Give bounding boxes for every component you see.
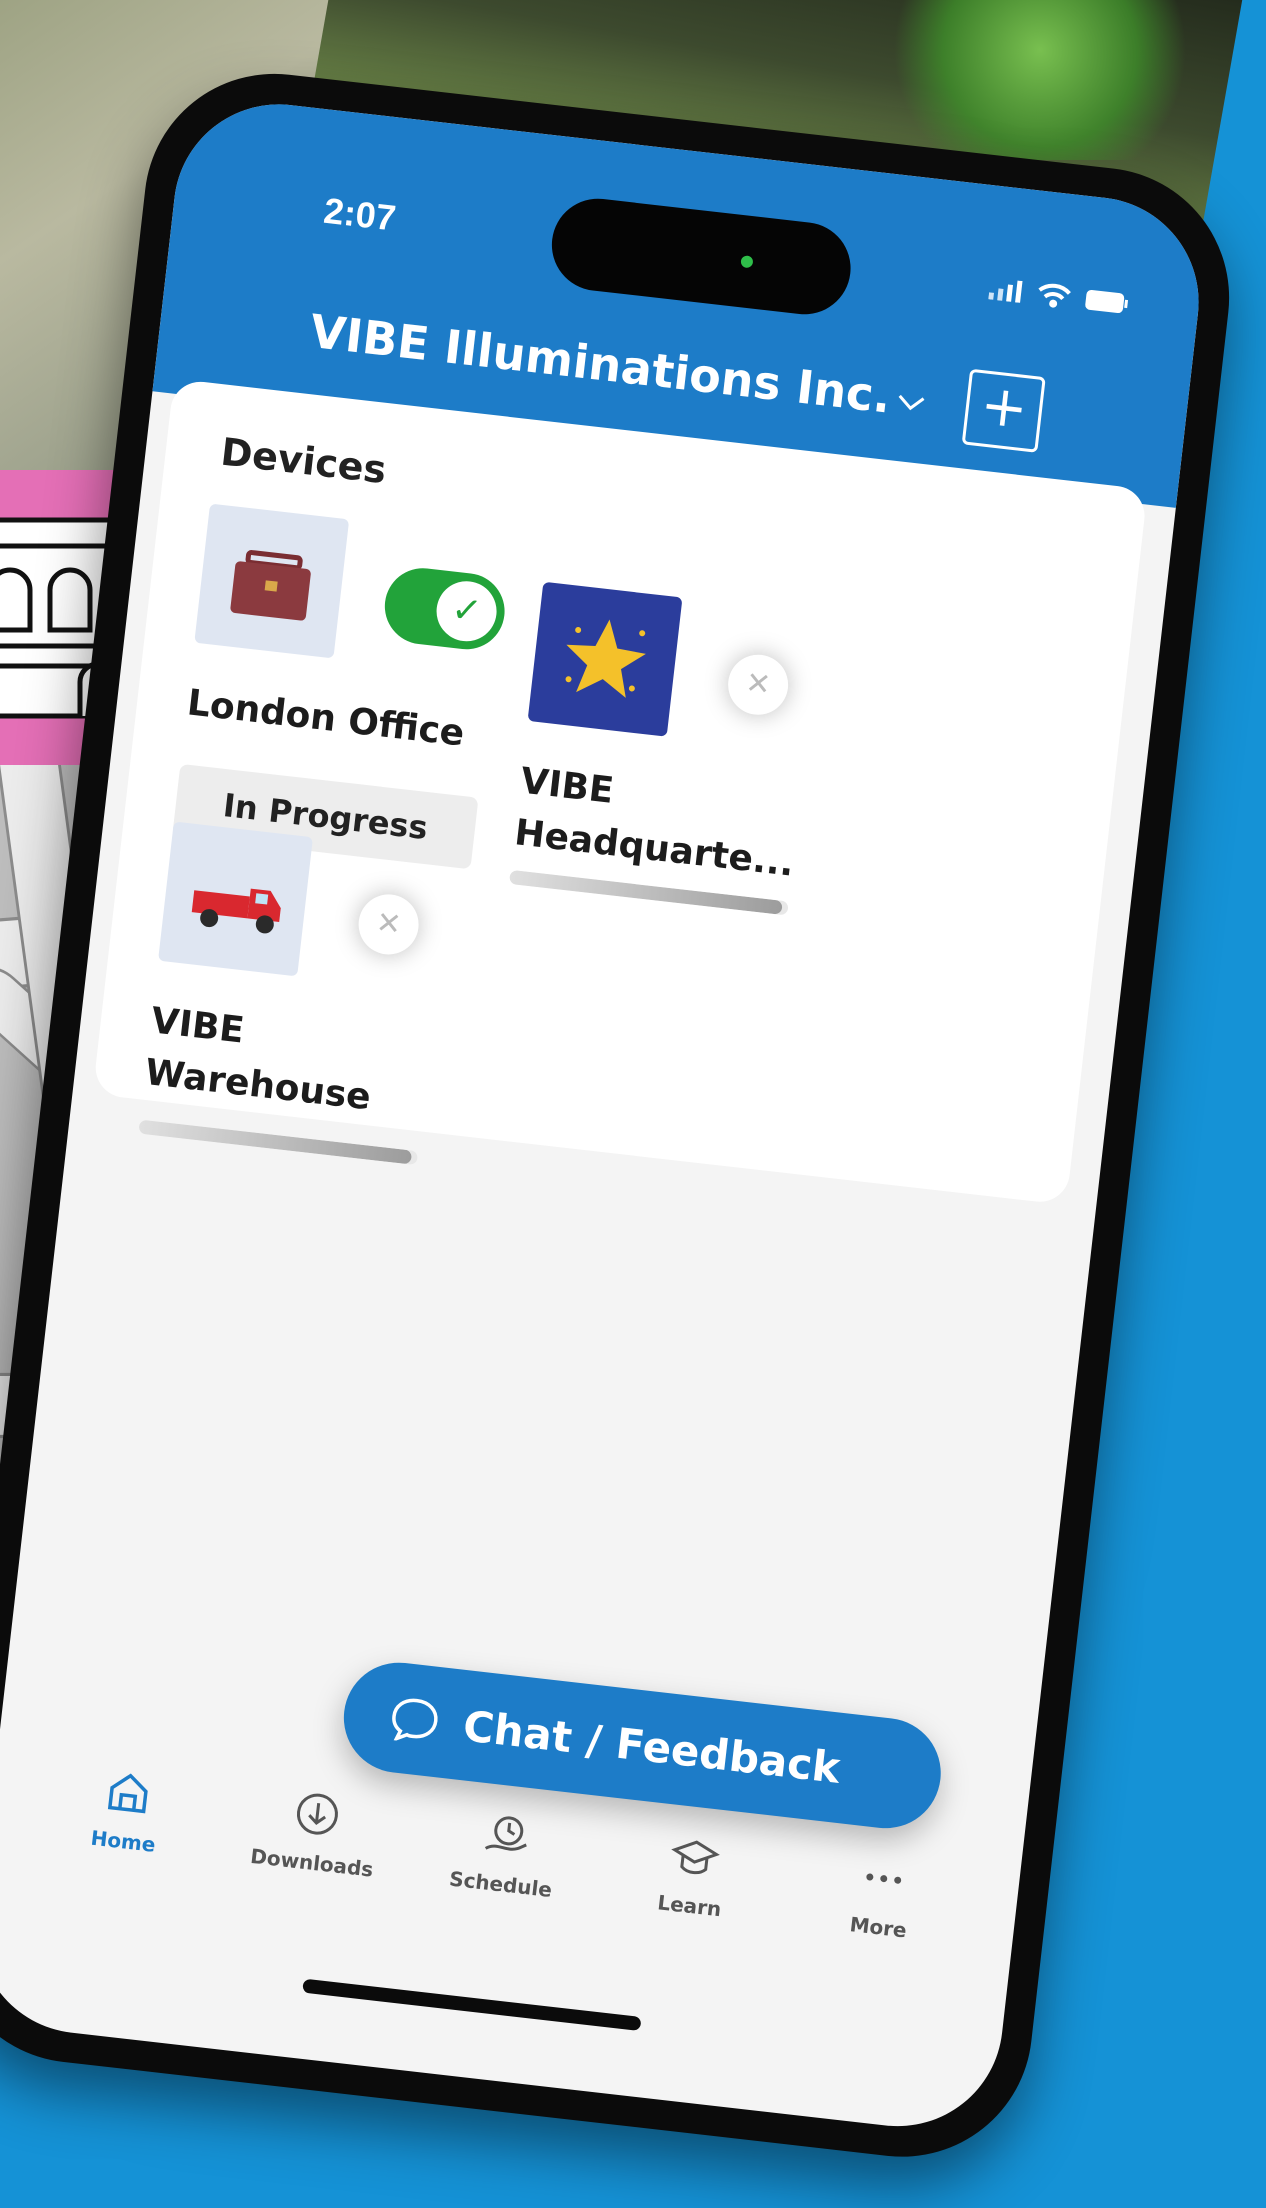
tab-label: Downloads — [249, 1843, 375, 1882]
chat-bubble-icon — [392, 1698, 438, 1742]
status-time: 2:07 — [321, 189, 398, 239]
close-icon: ✕ — [355, 891, 422, 958]
tab-home[interactable]: Home — [36, 1759, 211, 1916]
progress-bar — [138, 1119, 419, 1166]
tab-downloads[interactable]: Downloads — [225, 1780, 400, 1937]
device-name: London Office — [185, 682, 467, 755]
check-icon: ✓ — [433, 578, 500, 645]
device-card-london-office[interactable]: ✓ London Office In Progress — [172, 503, 518, 870]
device-toggle-off[interactable]: ✕ — [345, 882, 473, 971]
download-icon — [296, 1793, 338, 1835]
home-icon — [107, 1773, 148, 1814]
devices-card: Devices ✓ London Office In Progress ✕ VI… — [92, 378, 1148, 1205]
star-icon — [527, 581, 683, 737]
add-button[interactable]: + — [961, 368, 1046, 453]
device-name: VIBE Warehouse — [142, 1000, 373, 1119]
device-card-vibe-headquarters[interactable]: ✕ VIBE Headquarte... — [508, 581, 851, 916]
close-icon: ✕ — [724, 651, 792, 718]
battery-icon — [1085, 289, 1129, 314]
status-icons — [988, 275, 1130, 317]
home-indicator — [302, 1978, 642, 2032]
truck-icon — [158, 821, 313, 977]
tab-label: Schedule — [448, 1866, 554, 1903]
tab-label: Learn — [656, 1890, 723, 1922]
devices-section-title: Devices — [218, 429, 389, 493]
device-name: VIBE Headquarte... — [512, 760, 797, 885]
tab-label: Home — [89, 1825, 157, 1857]
device-toggle-off[interactable]: ✕ — [714, 642, 842, 731]
wifi-icon — [1038, 283, 1071, 308]
tab-label: More — [848, 1912, 908, 1943]
chat-feedback-label: Chat / Feedback — [460, 1700, 843, 1793]
tab-schedule[interactable]: Schedule — [414, 1802, 589, 1959]
dynamic-island — [546, 193, 856, 320]
briefcase-icon — [194, 503, 350, 659]
device-toggle-on[interactable]: ✓ — [380, 564, 509, 654]
schedule-icon — [484, 1816, 527, 1851]
green-light — [880, 0, 1200, 160]
progress-fill — [138, 1119, 413, 1165]
chevron-down-icon[interactable] — [895, 392, 927, 415]
tab-more[interactable]: More — [791, 1845, 966, 2002]
graduation-cap-icon — [671, 1840, 720, 1875]
more-dots-icon — [866, 1873, 902, 1884]
tab-learn[interactable]: Learn — [602, 1823, 777, 1980]
signal-icon — [988, 280, 1023, 303]
